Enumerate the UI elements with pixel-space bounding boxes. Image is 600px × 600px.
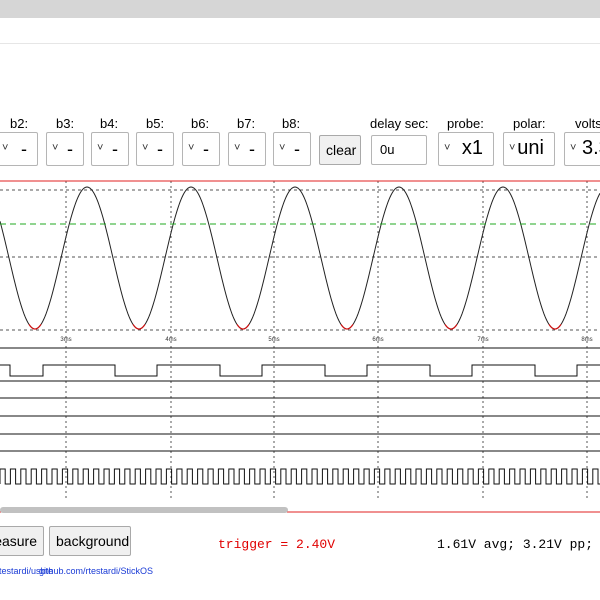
analog-trace-low-segment: [548, 324, 562, 330]
volts-select[interactable]: ˅ 3.3: [564, 132, 600, 166]
probe-label: probe:: [447, 116, 484, 131]
chevron-down-icon: ˅: [279, 142, 286, 154]
analog-trace: [0, 186, 600, 330]
b6-value: -: [203, 139, 209, 159]
chevron-down-icon: ˅: [570, 142, 577, 154]
b3-select[interactable]: ˅ -: [46, 132, 84, 166]
chevron-down-icon: ˅: [509, 142, 516, 154]
polar-select[interactable]: ˅ uni: [503, 132, 555, 166]
clear-button[interactable]: clear: [319, 135, 361, 165]
probe-value: x1: [461, 137, 483, 159]
chevron-down-icon: ˅: [444, 142, 451, 154]
time-tick-labels: 3ms 4ms 5ms 6ms 7ms 8ms: [60, 337, 592, 343]
chevron-down-icon: ˅: [142, 142, 149, 154]
trigger-level-readout: trigger = 2.40V: [218, 537, 336, 552]
top-divider: [0, 43, 600, 44]
digital-clock-channel: [0, 468, 600, 485]
chevron-down-icon: ˅: [234, 142, 241, 154]
b7-value: -: [249, 139, 255, 159]
volts-value: 3.3: [582, 137, 600, 159]
b5-select[interactable]: ˅ -: [136, 132, 174, 166]
analog-trace-low-segment: [444, 324, 458, 330]
polar-value: uni: [517, 137, 544, 159]
background-button[interactable]: background: [49, 526, 131, 556]
b8-select[interactable]: ˅ -: [273, 132, 311, 166]
measure-button[interactable]: measure: [0, 526, 44, 556]
b8-label: b8:: [282, 116, 301, 131]
b8-value: -: [294, 139, 300, 159]
analog-trace-low-segment: [340, 324, 354, 330]
time-tick-label: 5ms: [268, 337, 279, 343]
scope-scrollbar[interactable]: [0, 507, 288, 513]
b6-select[interactable]: ˅ -: [182, 132, 220, 166]
b2-value: -: [21, 139, 27, 159]
digital-traces: [0, 347, 600, 485]
b2-label: b2:: [10, 116, 29, 131]
time-tick-label: 8ms: [581, 337, 592, 343]
probe-select[interactable]: ˅ x1: [438, 132, 494, 166]
b4-label: b4:: [100, 116, 119, 131]
b3-value: -: [67, 139, 73, 159]
stickos-link[interactable]: github.com/rtestardi/StickOS: [39, 566, 153, 576]
time-tick-label: 3ms: [60, 337, 71, 343]
delay-input[interactable]: 0u: [371, 135, 427, 165]
b3-label: b3:: [56, 116, 75, 131]
voltage-stats-readout: 1.61V avg; 3.21V pp; 1.1: [437, 537, 600, 552]
polar-label: polar:: [513, 116, 546, 131]
digital-channel-1: [0, 364, 600, 377]
analog-trace-low-segment: [236, 324, 250, 330]
b5-value: -: [157, 139, 163, 159]
analog-trace-low-segments: [28, 324, 562, 330]
chevron-down-icon: ˅: [97, 142, 104, 154]
b7-label: b7:: [237, 116, 256, 131]
analog-trace-low-segment: [28, 324, 42, 330]
chevron-down-icon: ˅: [2, 142, 9, 154]
time-tick-label: 6ms: [372, 337, 383, 343]
b2-select[interactable]: ˅ -: [0, 132, 38, 166]
delay-label: delay sec:: [370, 116, 429, 131]
scope-canvas[interactable]: 3ms 4ms 5ms 6ms 7ms 8ms: [0, 178, 600, 514]
volts-label: volts: [575, 116, 600, 131]
browser-chrome-bar: [0, 0, 600, 18]
analog-trace-low-segment: [132, 324, 146, 330]
grid-lines: [0, 181, 600, 498]
chevron-down-icon: ˅: [188, 142, 195, 154]
b7-select[interactable]: ˅ -: [228, 132, 266, 166]
b5-label: b5:: [146, 116, 165, 131]
chevron-down-icon: ˅: [52, 142, 59, 154]
b6-label: b6:: [191, 116, 210, 131]
b4-select[interactable]: ˅ -: [91, 132, 129, 166]
time-tick-label: 4ms: [165, 337, 176, 343]
time-tick-label: 7ms: [477, 337, 488, 343]
b4-value: -: [112, 139, 118, 159]
